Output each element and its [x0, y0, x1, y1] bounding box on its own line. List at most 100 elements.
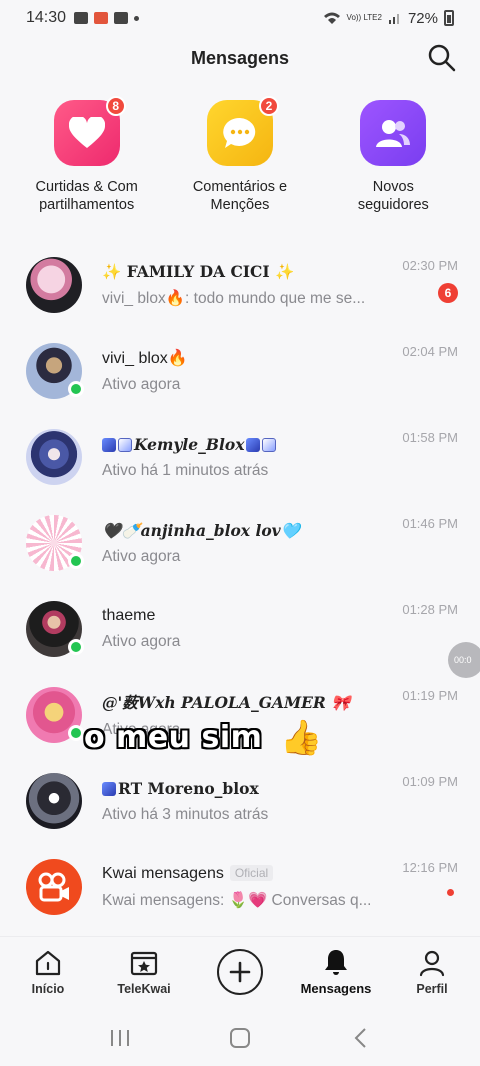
chat-bubble-icon	[223, 117, 256, 148]
instagram-notification-icon	[114, 12, 129, 24]
kwai-logo-icon	[38, 872, 69, 902]
conversation-meta: 02:04 PM	[402, 344, 458, 359]
floating-timer-bubble[interactable]: 00:0	[448, 642, 480, 678]
back-chevron-icon	[354, 1028, 366, 1048]
wifi-icon	[323, 12, 340, 24]
avatar[interactable]	[26, 429, 82, 485]
create-button[interactable]	[217, 948, 263, 995]
nav-messages-label: Mensagens	[300, 981, 372, 996]
avatar[interactable]	[26, 773, 82, 829]
home-button[interactable]	[225, 1023, 255, 1053]
online-indicator	[68, 553, 84, 569]
comments-label: Comentários e Menções	[192, 179, 288, 213]
nav-telekwai-label: TeleKwai	[117, 981, 171, 996]
sparkle-diamond-icon	[102, 437, 116, 452]
comments-tile: 2	[206, 96, 279, 166]
conversation-time: 01:09 PM	[402, 774, 458, 789]
conversation-status: Ativo agora	[102, 633, 181, 650]
conversation-status: Ativo há 3 minutos atrás	[102, 805, 269, 823]
thumbs-up-icon: 👍	[280, 718, 323, 757]
battery-percent: 72%	[407, 9, 438, 27]
notification-icons	[74, 12, 140, 24]
battery-icon	[444, 10, 454, 26]
status-time: 14:30	[26, 9, 67, 26]
recents-button[interactable]	[105, 1023, 135, 1053]
conversation-time: 01:19 PM	[402, 688, 458, 703]
users-icon	[376, 120, 411, 147]
nav-profile[interactable]: Perfil	[392, 948, 472, 996]
conversation-row[interactable]: RT Moreno_blox Ativo há 3 minutos atrás …	[0, 758, 480, 844]
floating-timer-text: 00:0	[454, 655, 472, 665]
conversation-meta: 01:19 PM	[402, 688, 458, 703]
avatar[interactable]	[26, 257, 82, 313]
avatar[interactable]	[26, 515, 84, 571]
conversation-preview: Kwai mensagens: 🌷💗 Conversas q...	[102, 891, 372, 909]
sparkle-diamond-icon	[246, 437, 261, 452]
conversation-row[interactable]: 🖤🍼anjinha_blox lov🩵 Ativo agora 01:46 PM	[0, 500, 480, 586]
nav-messages[interactable]: Mensagens	[296, 947, 376, 996]
plus-icon	[229, 961, 251, 982]
nav-home[interactable]: Início	[8, 948, 88, 996]
heart-icon	[68, 117, 105, 148]
recents-icon	[111, 1030, 129, 1046]
system-navigation	[0, 1010, 480, 1066]
more-notifications-icon	[134, 15, 140, 21]
avatar[interactable]	[26, 601, 84, 657]
official-badge: Oficial	[229, 865, 274, 882]
online-indicator	[68, 381, 84, 397]
conversation-status: Ativo agora	[102, 376, 181, 393]
header: Mensagens	[0, 36, 480, 80]
person-icon	[419, 950, 445, 976]
video-notification-icon	[94, 12, 109, 24]
kwai-avatar[interactable]	[26, 859, 82, 915]
likes-tile: 8	[53, 96, 126, 166]
bell-icon	[325, 950, 347, 975]
conversation-time: 12:16 PM	[402, 860, 458, 875]
conversation-name: Kemyle_Blox	[134, 434, 245, 454]
likes-shares-button[interactable]: 8 Curtidas & Com partilhamentos	[17, 96, 157, 230]
conversation-row[interactable]: Kwai mensagens Oficial Kwai mensagens: 🌷💗…	[0, 844, 480, 930]
conversation-meta: 01:28 PM	[402, 602, 458, 617]
followers-label: Novos seguidores	[357, 179, 429, 213]
conversation-list: ✨ FAMILY DA CICI ✨ vivi_ blox🔥: todo mun…	[0, 242, 480, 930]
status-left: 14:30	[26, 9, 140, 27]
bottom-nav: Início TeleKwai Mensagens Perfil	[0, 936, 480, 1006]
signal-icon	[388, 14, 399, 24]
nav-create[interactable]	[200, 948, 280, 995]
conversation-time: 01:58 PM	[402, 430, 458, 445]
home-icon	[35, 950, 61, 975]
search-icon	[428, 44, 456, 72]
conversation-meta: 01:46 PM	[402, 516, 458, 531]
conversation-row[interactable]: vivi_ blox🔥 Ativo agora 02:04 PM	[0, 328, 480, 414]
conversation-status: Ativo agora	[102, 547, 181, 565]
nav-telekwai[interactable]: TeleKwai	[104, 948, 184, 996]
quick-actions: 8 Curtidas & Com partilhamentos 2 Comentá…	[0, 96, 480, 230]
status-right: Vo)) LTE2 72%	[323, 10, 454, 27]
conversation-row[interactable]: thaeme Ativo agora 01:28 PM	[0, 586, 480, 672]
new-followers-button[interactable]: Novos seguidores	[323, 100, 463, 230]
conversation-meta: 01:58 PM	[402, 430, 458, 445]
comments-badge: 2	[258, 96, 279, 116]
status-bar: 14:30 Vo)) LTE2 72%	[0, 0, 480, 36]
unread-dot	[447, 889, 454, 896]
conversation-status: Ativo há 1 minutos atrás	[102, 461, 269, 479]
conversation-time: 01:46 PM	[402, 516, 458, 531]
chat-notification-icon	[74, 12, 89, 24]
likes-badge: 8	[105, 96, 126, 116]
comments-mentions-button[interactable]: 2 Comentários e Menções	[170, 96, 310, 230]
online-indicator	[68, 725, 84, 741]
avatar[interactable]	[26, 343, 84, 399]
conversation-meta: 01:09 PM	[402, 774, 458, 789]
conversation-name: RT Moreno_blox	[118, 778, 259, 798]
unread-badge: 6	[438, 283, 458, 303]
home-square-icon	[230, 1028, 250, 1048]
back-button[interactable]	[345, 1023, 375, 1053]
sparkle-diamond-icon	[118, 437, 132, 452]
conversation-row[interactable]: Kemyle_Blox Ativo há 1 minutos atrás 01:…	[0, 414, 480, 500]
conversation-name: Kwai mensagens	[102, 864, 224, 882]
conversation-row[interactable]: ✨ FAMILY DA CICI ✨ vivi_ blox🔥: todo mun…	[0, 242, 480, 328]
star-clapper-icon	[130, 951, 158, 975]
avatar[interactable]	[26, 687, 84, 743]
search-button[interactable]	[426, 42, 458, 74]
nav-profile-label: Perfil	[416, 981, 448, 996]
